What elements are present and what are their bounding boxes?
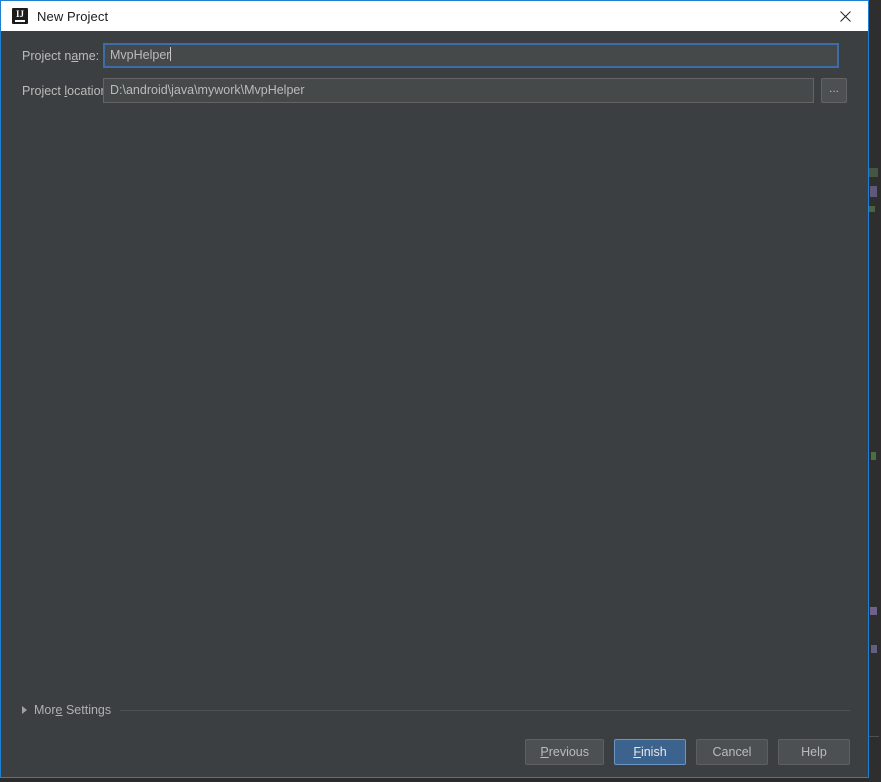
background-bleed-strip [869,0,881,782]
project-name-input[interactable]: MvpHelper [103,43,839,68]
new-project-dialog: IJ New Project Project name: MvpHelper P… [0,0,869,778]
project-location-label: Project location: [1,83,111,98]
project-location-input[interactable]: D:\android\java\mywork\MvpHelper [103,78,814,103]
section-separator [120,709,850,711]
previous-button[interactable]: Previous [525,739,604,765]
more-settings-label-suffix: Settings [62,703,112,717]
project-name-value: MvpHelper [110,48,171,62]
more-settings-label-prefix: Mor [34,703,56,717]
dialog-button-bar: Previous Finish Cancel Help [525,739,850,765]
dialog-body: Project name: MvpHelper Project location… [1,31,868,777]
help-button[interactable]: Help [778,739,850,765]
more-settings-toggle[interactable]: More Settings [22,703,111,717]
finish-button[interactable]: Finish [614,739,686,765]
project-location-value: D:\android\java\mywork\MvpHelper [110,83,305,97]
intellij-idea-icon: IJ [12,8,28,24]
project-location-row: Project location: D:\android\java\mywork… [1,78,868,103]
window-title: New Project [37,8,109,24]
cancel-button-label: Cancel [712,745,752,759]
app-icon-underline [15,20,25,22]
more-settings-label: More Settings [34,703,111,717]
finish-button-suffix: inish [640,745,667,759]
project-name-label-prefix: Project n [22,48,72,63]
text-caret [170,47,172,61]
previous-button-suffix: revious [548,745,589,759]
previous-button-mnemonic: P [540,745,549,759]
project-name-label: Project name: [1,49,103,63]
close-button[interactable] [822,1,868,31]
browse-folder-button[interactable]: ... [821,78,847,103]
close-icon [839,10,851,22]
chevron-right-icon [22,706,27,714]
cancel-button[interactable]: Cancel [696,739,768,765]
project-name-label-suffix: me: [78,48,100,63]
project-location-label-prefix: Project [22,83,65,98]
app-icon-letters: IJ [15,9,24,19]
finish-button-mnemonic: F [633,745,641,759]
help-button-label: Help [801,745,827,759]
dialog-titlebar: IJ New Project [1,1,868,31]
more-settings-row: More Settings [22,701,850,719]
project-name-row: Project name: MvpHelper [1,43,868,68]
